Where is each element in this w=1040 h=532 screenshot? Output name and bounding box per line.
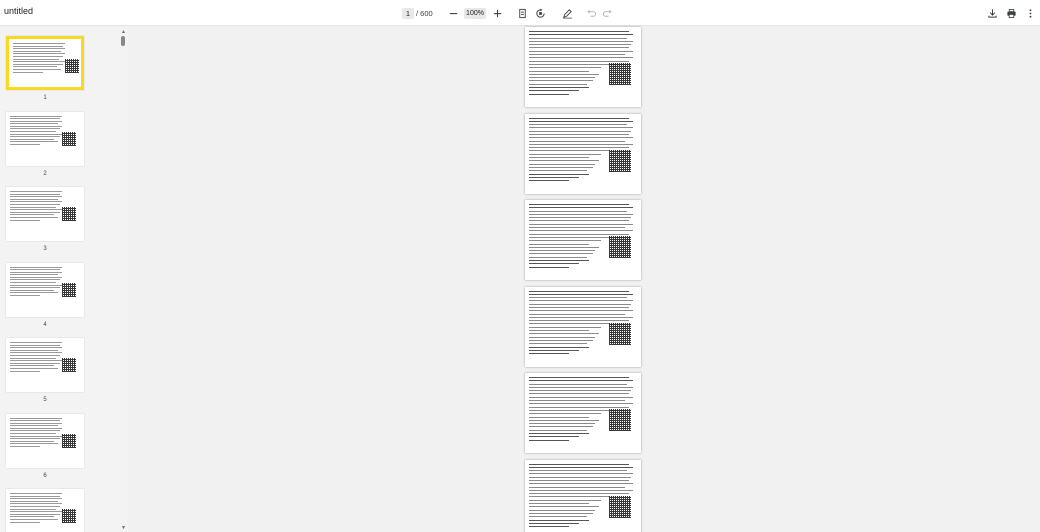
thumbnail-text-lines — [10, 493, 62, 524]
qr-code-icon — [609, 322, 631, 345]
document-page[interactable] — [525, 459, 641, 532]
thumbnail-page-number: 4 — [43, 321, 47, 328]
document-page[interactable] — [525, 27, 641, 107]
thumbnail-page-number: 2 — [43, 170, 47, 177]
edit-controls — [560, 0, 614, 26]
qr-code-icon — [62, 131, 76, 146]
qr-code-icon — [62, 282, 76, 297]
zoom-in-button[interactable] — [490, 6, 504, 20]
thumbnail-text-lines — [10, 115, 62, 147]
scroll-down-icon[interactable]: ▼ — [121, 525, 126, 531]
page-thumbnail[interactable] — [6, 36, 84, 90]
thumbnail-sidebar: 1234567 — [0, 27, 128, 532]
thumbnail-text-lines — [13, 43, 65, 74]
zoom-out-button[interactable] — [446, 6, 460, 20]
zoom-level-input[interactable]: 100% — [464, 7, 486, 19]
qr-code-icon — [609, 149, 631, 172]
fit-page-icon — [518, 8, 526, 18]
minus-icon — [449, 12, 457, 14]
qr-code-icon — [609, 495, 631, 518]
redo-button[interactable] — [600, 6, 614, 20]
page-total: / 600 — [416, 8, 433, 18]
page-thumbnail[interactable] — [6, 111, 84, 166]
plus-icon — [493, 9, 501, 17]
thumbnail-text-lines — [10, 191, 62, 222]
page-thumbnail[interactable] — [6, 413, 84, 468]
document-page[interactable] — [525, 286, 641, 367]
scroll-up-icon[interactable]: ▲ — [121, 29, 126, 35]
rotate-button[interactable] — [533, 6, 547, 20]
document-page[interactable] — [525, 113, 641, 194]
thumbnail-page-number: 1 — [43, 95, 47, 101]
redo-icon — [602, 9, 612, 17]
page-thumbnail[interactable] — [6, 338, 84, 392]
qr-code-icon — [609, 63, 631, 85]
qr-code-icon — [609, 236, 631, 258]
qr-code-icon — [62, 358, 76, 372]
document-title: untitled — [4, 6, 34, 16]
download-button[interactable] — [985, 6, 999, 20]
more-options-button[interactable] — [1023, 6, 1037, 20]
print-icon — [1006, 8, 1016, 18]
sidebar-scrollbar-thumb[interactable] — [121, 36, 125, 46]
print-button[interactable] — [1004, 6, 1018, 20]
pen-icon — [562, 8, 572, 18]
page-thumbnail[interactable] — [6, 187, 84, 241]
more-vert-icon — [1029, 8, 1031, 18]
page-navigation: 1 / 600 — [402, 0, 433, 26]
document-canvas[interactable] — [128, 27, 1040, 532]
thumbnail-page-number: 5 — [43, 397, 47, 403]
qr-code-icon — [65, 59, 79, 73]
rotate-icon — [535, 7, 545, 18]
annotate-button[interactable] — [560, 6, 574, 20]
file-controls — [985, 0, 1037, 26]
page-thumbnail[interactable] — [6, 262, 84, 317]
qr-code-icon — [62, 207, 76, 221]
top-toolbar: untitled 1 / 600 100% — [0, 0, 1040, 26]
view-controls — [515, 0, 547, 26]
undo-icon — [586, 9, 596, 17]
zoom-controls: 100% — [446, 0, 504, 26]
document-page[interactable] — [525, 373, 641, 453]
thumbnail-page-number: 3 — [43, 246, 47, 252]
qr-code-icon — [609, 409, 631, 431]
thumbnail-text-lines — [10, 342, 62, 373]
download-icon — [987, 8, 997, 18]
qr-code-icon — [62, 433, 76, 448]
undo-button[interactable] — [584, 6, 598, 20]
page-number-input[interactable]: 1 — [402, 7, 414, 19]
page-thumbnail[interactable] — [6, 489, 84, 532]
thumbnail-text-lines — [10, 266, 62, 298]
thumbnail-page-number: 6 — [43, 472, 47, 479]
fit-to-page-button[interactable] — [515, 6, 529, 20]
qr-code-icon — [62, 509, 76, 523]
thumbnail-text-lines — [10, 417, 62, 449]
document-page[interactable] — [525, 200, 641, 280]
